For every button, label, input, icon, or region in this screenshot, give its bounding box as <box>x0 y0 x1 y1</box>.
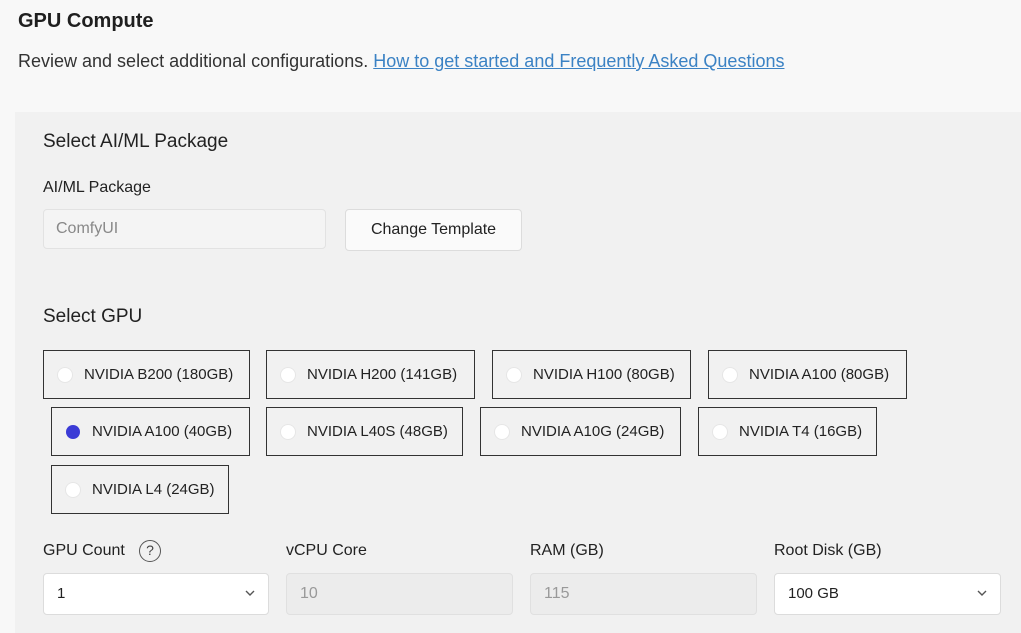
gpu-option-a10g[interactable]: NVIDIA A10G (24GB) <box>480 407 681 456</box>
gpu-option-l40s[interactable]: NVIDIA L40S (48GB) <box>266 407 463 456</box>
gpu-count-label: GPU Count <box>43 542 125 559</box>
gpu-option-a100-80[interactable]: NVIDIA A100 (80GB) <box>708 350 907 399</box>
change-template-button[interactable]: Change Template <box>345 209 522 251</box>
radio-checked-icon[interactable] <box>66 424 80 439</box>
radio-unchecked-icon[interactable] <box>66 482 80 497</box>
page-subtitle: Review and select additional configurati… <box>18 51 784 72</box>
ram-label: RAM (GB) <box>530 542 604 559</box>
radio-unchecked-icon[interactable] <box>281 424 295 439</box>
root-disk-label: Root Disk (GB) <box>774 542 882 559</box>
page-title: GPU Compute <box>18 10 154 32</box>
gpu-option-label: NVIDIA A10G (24GB) <box>521 423 665 440</box>
gpu-option-a100-40[interactable]: NVIDIA A100 (40GB) <box>51 407 250 456</box>
gpu-count-value: 1 <box>57 585 66 602</box>
subtitle-text: Review and select additional configurati… <box>18 51 369 71</box>
configuration-panel: Select AI/ML Package AI/ML Package Comfy… <box>15 112 1021 633</box>
ram-field: 115 <box>530 573 757 615</box>
vcpu-label: vCPU Core <box>286 542 367 559</box>
radio-unchecked-icon[interactable] <box>723 367 737 382</box>
root-disk-select[interactable]: 100 GB <box>774 573 1001 615</box>
chevron-down-icon <box>977 590 987 596</box>
gpu-option-b200[interactable]: NVIDIA B200 (180GB) <box>43 350 250 399</box>
gpu-option-l4[interactable]: NVIDIA L4 (24GB) <box>51 465 229 514</box>
gpu-option-t4[interactable]: NVIDIA T4 (16GB) <box>698 407 877 456</box>
gpu-option-label: NVIDIA A100 (80GB) <box>749 366 890 383</box>
radio-unchecked-icon[interactable] <box>58 367 72 382</box>
gpu-option-label: NVIDIA T4 (16GB) <box>739 423 863 440</box>
gpu-count-select[interactable]: 1 <box>43 573 269 615</box>
gpu-option-label: NVIDIA H100 (80GB) <box>533 366 675 383</box>
gpu-section-title: Select GPU <box>43 306 143 327</box>
vcpu-field: 10 <box>286 573 513 615</box>
help-link[interactable]: How to get started and Frequently Asked … <box>373 51 784 71</box>
gpu-option-label: NVIDIA L4 (24GB) <box>92 481 215 498</box>
chevron-down-icon <box>245 590 255 596</box>
gpu-option-h100-80[interactable]: NVIDIA H100 (80GB) <box>492 350 691 399</box>
package-input: ComfyUI <box>43 209 326 249</box>
gpu-option-h200[interactable]: NVIDIA H200 (141GB) <box>266 350 475 399</box>
radio-unchecked-icon[interactable] <box>281 367 295 382</box>
package-section-title: Select AI/ML Package <box>43 131 229 152</box>
gpu-option-label: NVIDIA L40S (48GB) <box>307 423 448 440</box>
gpu-option-label: NVIDIA B200 (180GB) <box>84 366 234 383</box>
gpu-option-label: NVIDIA H200 (141GB) <box>307 366 458 383</box>
radio-unchecked-icon[interactable] <box>507 367 521 382</box>
gpu-option-label: NVIDIA A100 (40GB) <box>92 423 233 440</box>
package-field-label: AI/ML Package <box>43 179 151 196</box>
help-question-icon[interactable]: ? <box>139 540 161 562</box>
radio-unchecked-icon[interactable] <box>713 424 727 439</box>
root-disk-value: 100 GB <box>788 585 839 602</box>
radio-unchecked-icon[interactable] <box>495 424 509 439</box>
